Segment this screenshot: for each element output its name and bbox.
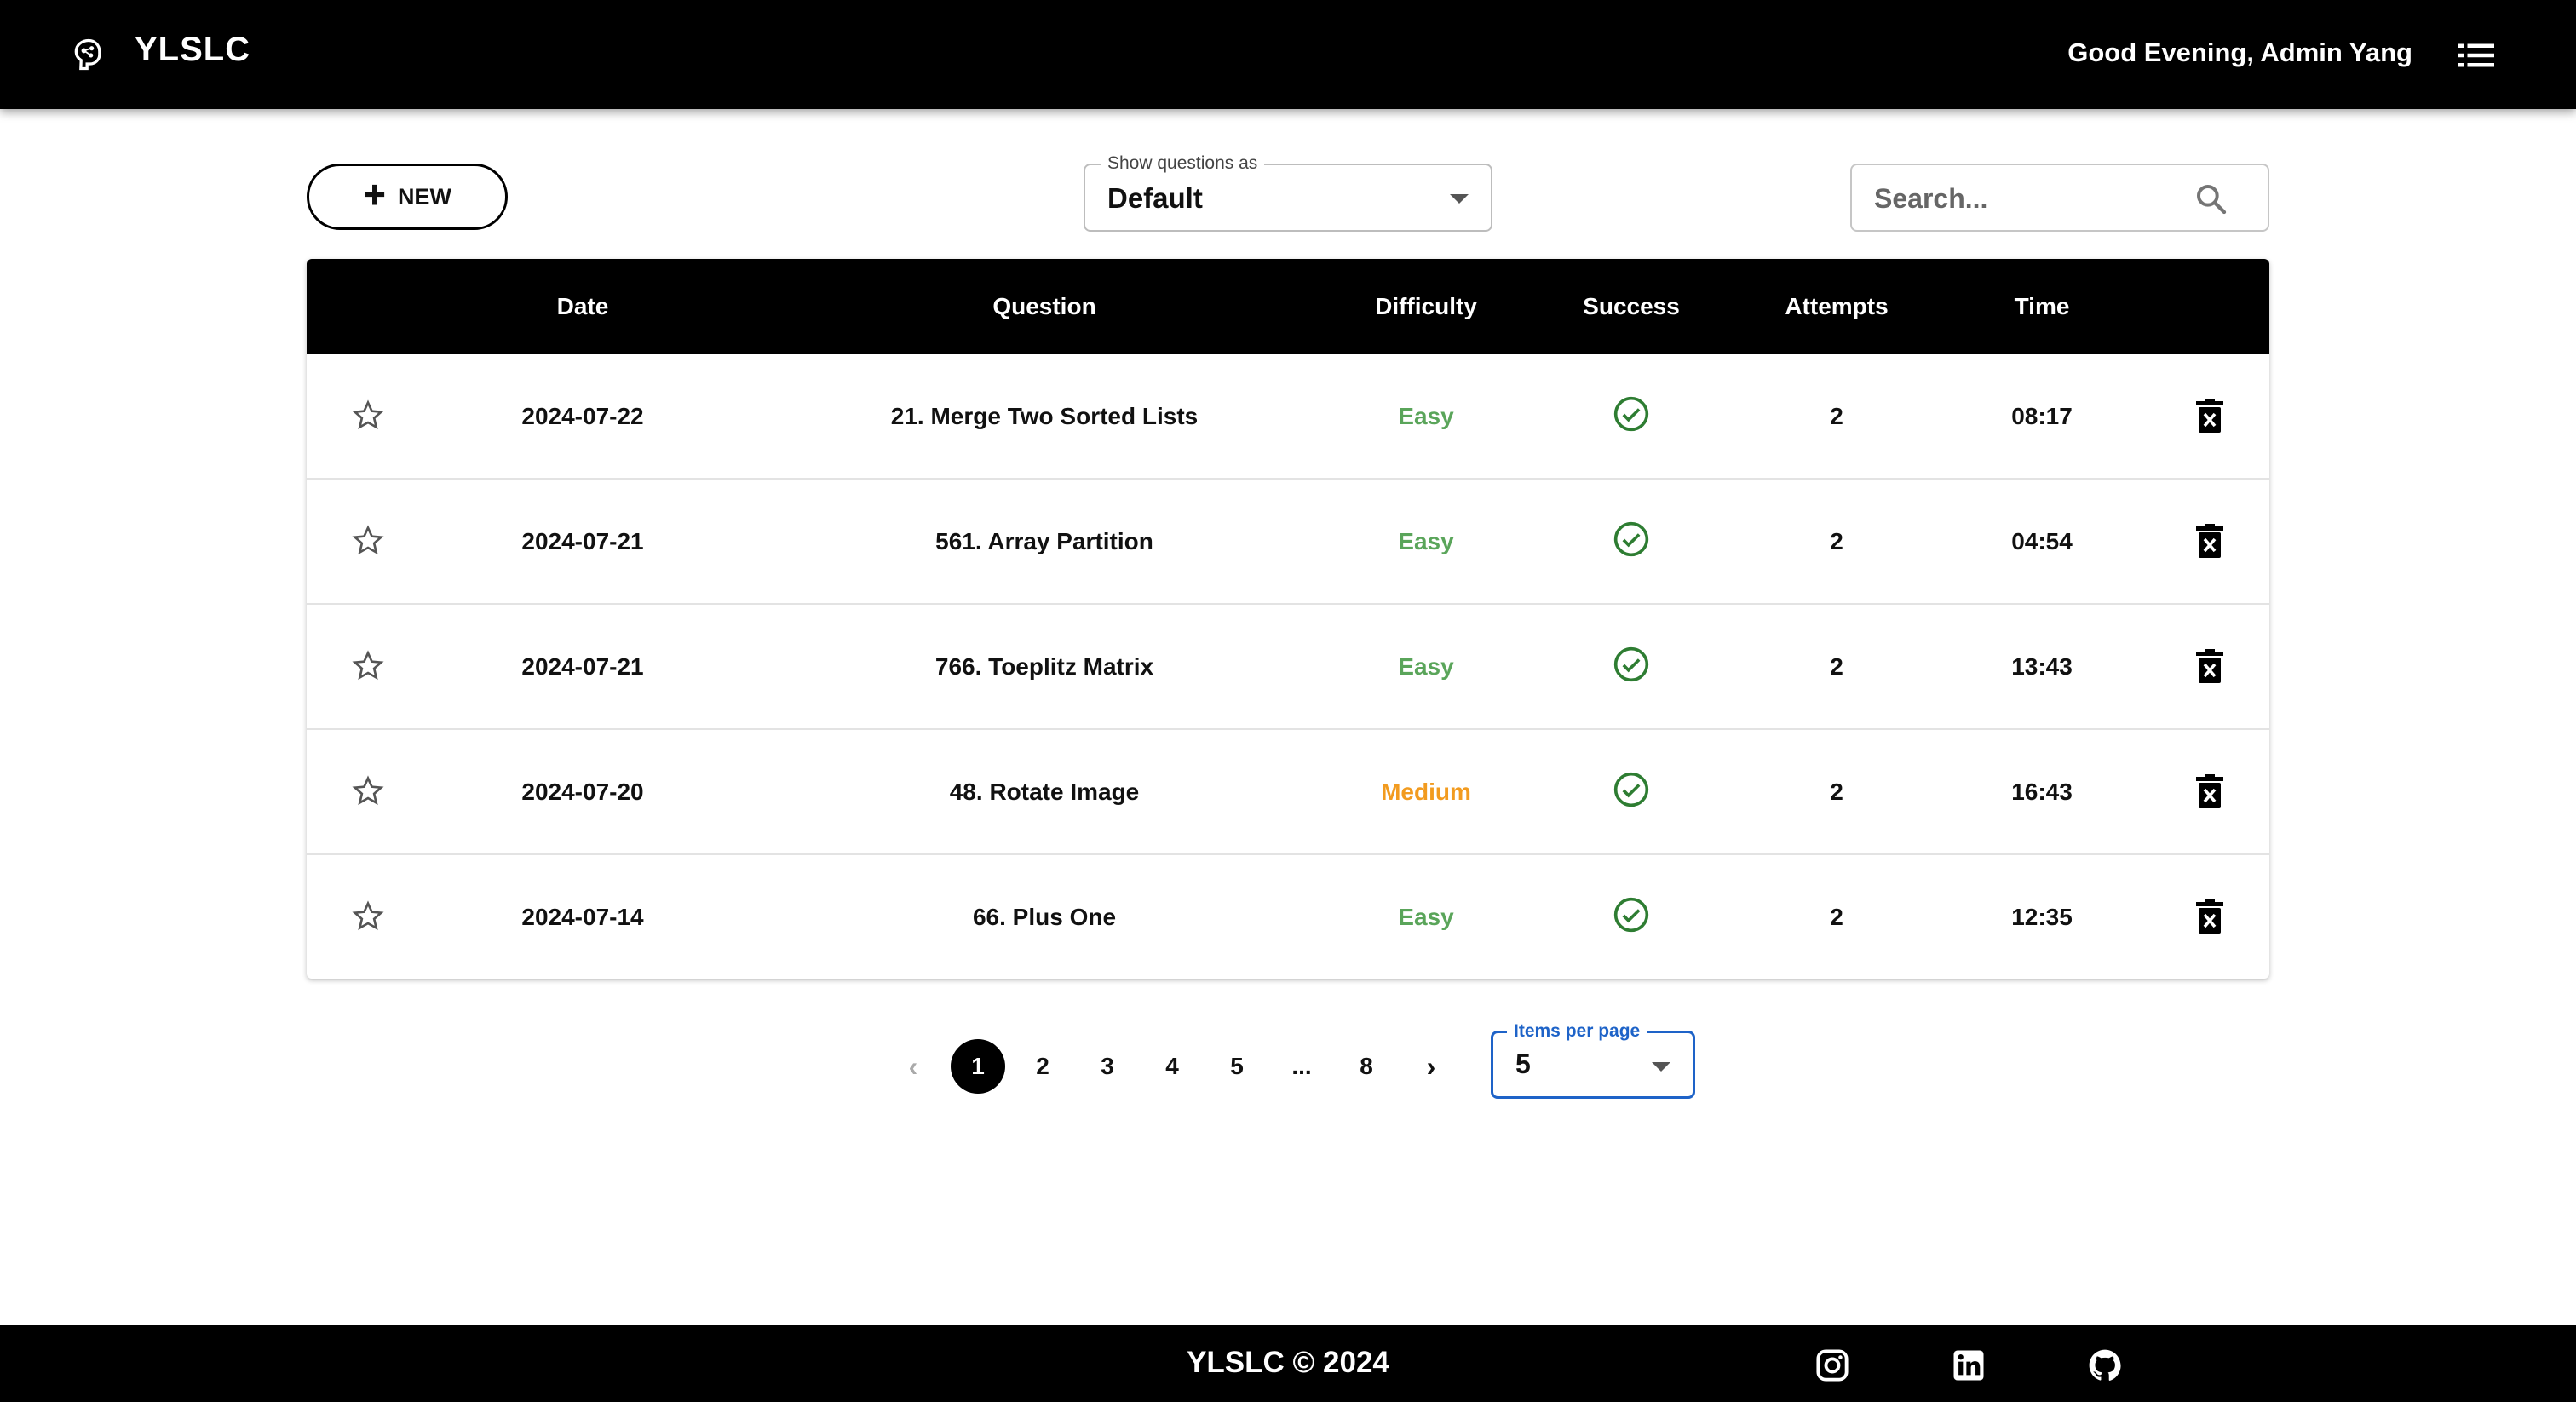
date-cell: 2024-07-21 [521,528,644,554]
time-cell: 16:43 [2011,779,2073,805]
attempts-cell: 2 [1830,528,1843,554]
show-questions-select[interactable]: Show questions as Default [1084,153,1492,232]
linkedin-icon[interactable] [1951,1347,1987,1383]
time-cell: 08:17 [2011,403,2073,429]
time-cell: 04:54 [2011,528,2073,554]
delete-icon[interactable] [2196,524,2223,558]
question-cell[interactable]: 48. Rotate Image [950,730,1140,853]
column-header-date[interactable]: Date [557,259,609,354]
previous-page-button[interactable]: ‹ [886,1039,940,1094]
brain-icon[interactable] [70,36,107,73]
question-cell[interactable]: 66. Plus One [973,855,1116,979]
questions-table: Date Question Difficulty Success Attempt… [307,259,2269,979]
star-icon[interactable] [351,899,385,934]
question-cell[interactable]: 21. Merge Two Sorted Lists [891,354,1198,478]
check-circle-icon [1613,646,1649,682]
difficulty-cell: Medium [1381,779,1471,805]
attempts-cell: 2 [1830,779,1843,805]
time-cell: 12:35 [2011,904,2073,930]
search-field[interactable] [1850,164,2269,232]
table-row[interactable]: 2024-07-20 48. Rotate Image Medium 2 16:… [307,730,2269,855]
footer: YLSLC © 2024 [0,1325,2576,1402]
date-cell: 2024-07-22 [521,403,644,429]
column-header-success[interactable]: Success [1583,259,1680,354]
table-header: Date Question Difficulty Success Attempt… [307,259,2269,354]
list-menu-icon[interactable] [2458,43,2494,68]
search-input[interactable] [1872,179,2182,218]
page-button-5[interactable]: 5 [1210,1039,1264,1094]
items-per-page-select[interactable]: Items per page 5 [1491,1021,1695,1099]
instagram-icon[interactable] [1814,1347,1850,1383]
attempts-cell: 2 [1830,403,1843,429]
check-circle-icon [1613,897,1649,933]
column-header-difficulty[interactable]: Difficulty [1375,259,1477,354]
search-icon[interactable] [2194,182,2228,216]
date-cell: 2024-07-20 [521,779,644,805]
show-questions-label: Show questions as [1101,153,1265,174]
table-row[interactable]: 2024-07-21 766. Toeplitz Matrix Easy 2 1… [307,605,2269,730]
delete-icon[interactable] [2196,774,2223,808]
brand-name[interactable]: YLSLC [135,31,250,69]
check-circle-icon [1613,772,1649,807]
question-cell[interactable]: 561. Array Partition [935,480,1153,603]
pagination: ‹ 1 2 3 4 5 ... 8 › [0,1039,2576,1094]
difficulty-cell: Easy [1398,403,1454,429]
top-app-bar: YLSLC Good Evening, Admin Yang [0,0,2576,109]
user-greeting: Good Evening, Admin Yang [2067,37,2412,67]
next-page-button[interactable]: › [1404,1039,1458,1094]
attempts-cell: 2 [1830,653,1843,680]
page-button-2[interactable]: 2 [1015,1039,1070,1094]
difficulty-cell: Easy [1398,904,1454,930]
copyright-text: YLSLC © 2024 [1187,1346,1389,1379]
show-questions-value: Default [1107,182,1203,214]
items-per-page-value: 5 [1515,1049,1531,1079]
date-cell: 2024-07-14 [521,904,644,930]
column-header-attempts[interactable]: Attempts [1785,259,1888,354]
time-cell: 13:43 [2011,653,2073,680]
star-icon[interactable] [351,399,385,433]
attempts-cell: 2 [1830,904,1843,930]
table-row[interactable]: 2024-07-14 66. Plus One Easy 2 12:35 [307,855,2269,979]
chevron-down-icon [1652,1062,1670,1072]
column-header-question[interactable]: Question [992,259,1095,354]
page-button-4[interactable]: 4 [1145,1039,1199,1094]
new-button-label: NEW [397,183,451,210]
delete-icon[interactable] [2196,649,2223,683]
date-cell: 2024-07-21 [521,653,644,680]
star-icon[interactable] [351,774,385,808]
table-row[interactable]: 2024-07-21 561. Array Partition Easy 2 0… [307,480,2269,605]
table-row[interactable]: 2024-07-22 21. Merge Two Sorted Lists Ea… [307,354,2269,480]
check-circle-icon [1613,521,1649,557]
check-circle-icon [1613,396,1649,432]
difficulty-cell: Easy [1398,653,1454,680]
items-per-page-label: Items per page [1507,1021,1647,1042]
new-question-button[interactable]: + NEW [307,164,508,230]
page-button-3[interactable]: 3 [1080,1039,1135,1094]
plus-icon: + [363,172,386,216]
question-cell[interactable]: 766. Toeplitz Matrix [935,605,1153,728]
page-ellipsis: ... [1291,1053,1312,1079]
page-button-8[interactable]: 8 [1339,1039,1394,1094]
star-icon[interactable] [351,524,385,558]
difficulty-cell: Easy [1398,528,1454,554]
column-header-time[interactable]: Time [2015,259,2070,354]
star-icon[interactable] [351,649,385,683]
delete-icon[interactable] [2196,399,2223,433]
github-icon[interactable] [2087,1347,2123,1383]
chevron-down-icon [1450,194,1469,204]
page-button-1[interactable]: 1 [951,1039,1005,1094]
delete-icon[interactable] [2196,899,2223,934]
